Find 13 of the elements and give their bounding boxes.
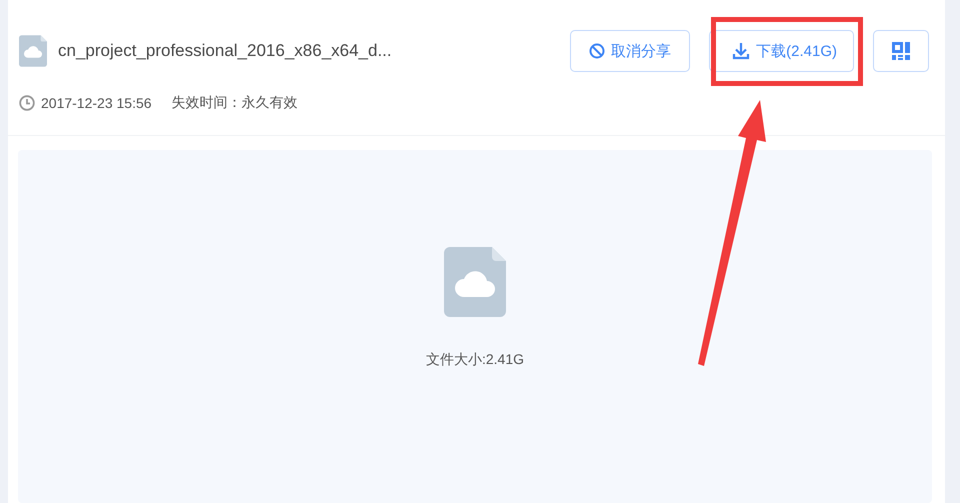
download-button[interactable]: 下载(2.41G) [709,30,854,72]
file-icon [19,35,47,67]
cancel-share-button[interactable]: 取消分享 [570,30,690,72]
file-name: cn_project_professional_2016_x86_x64_d... [58,41,393,61]
share-time: 2017-12-23 15:56 [41,95,152,111]
prohibited-icon [589,43,606,59]
file-preview-icon [444,247,506,317]
file-size: 文件大小:2.41G [426,351,524,369]
expiry-text: 失效时间：永久有效 [172,94,298,112]
qr-code-button[interactable] [873,30,929,72]
qr-code-icon [892,42,910,60]
clock-icon [19,95,35,111]
download-icon [732,42,750,60]
